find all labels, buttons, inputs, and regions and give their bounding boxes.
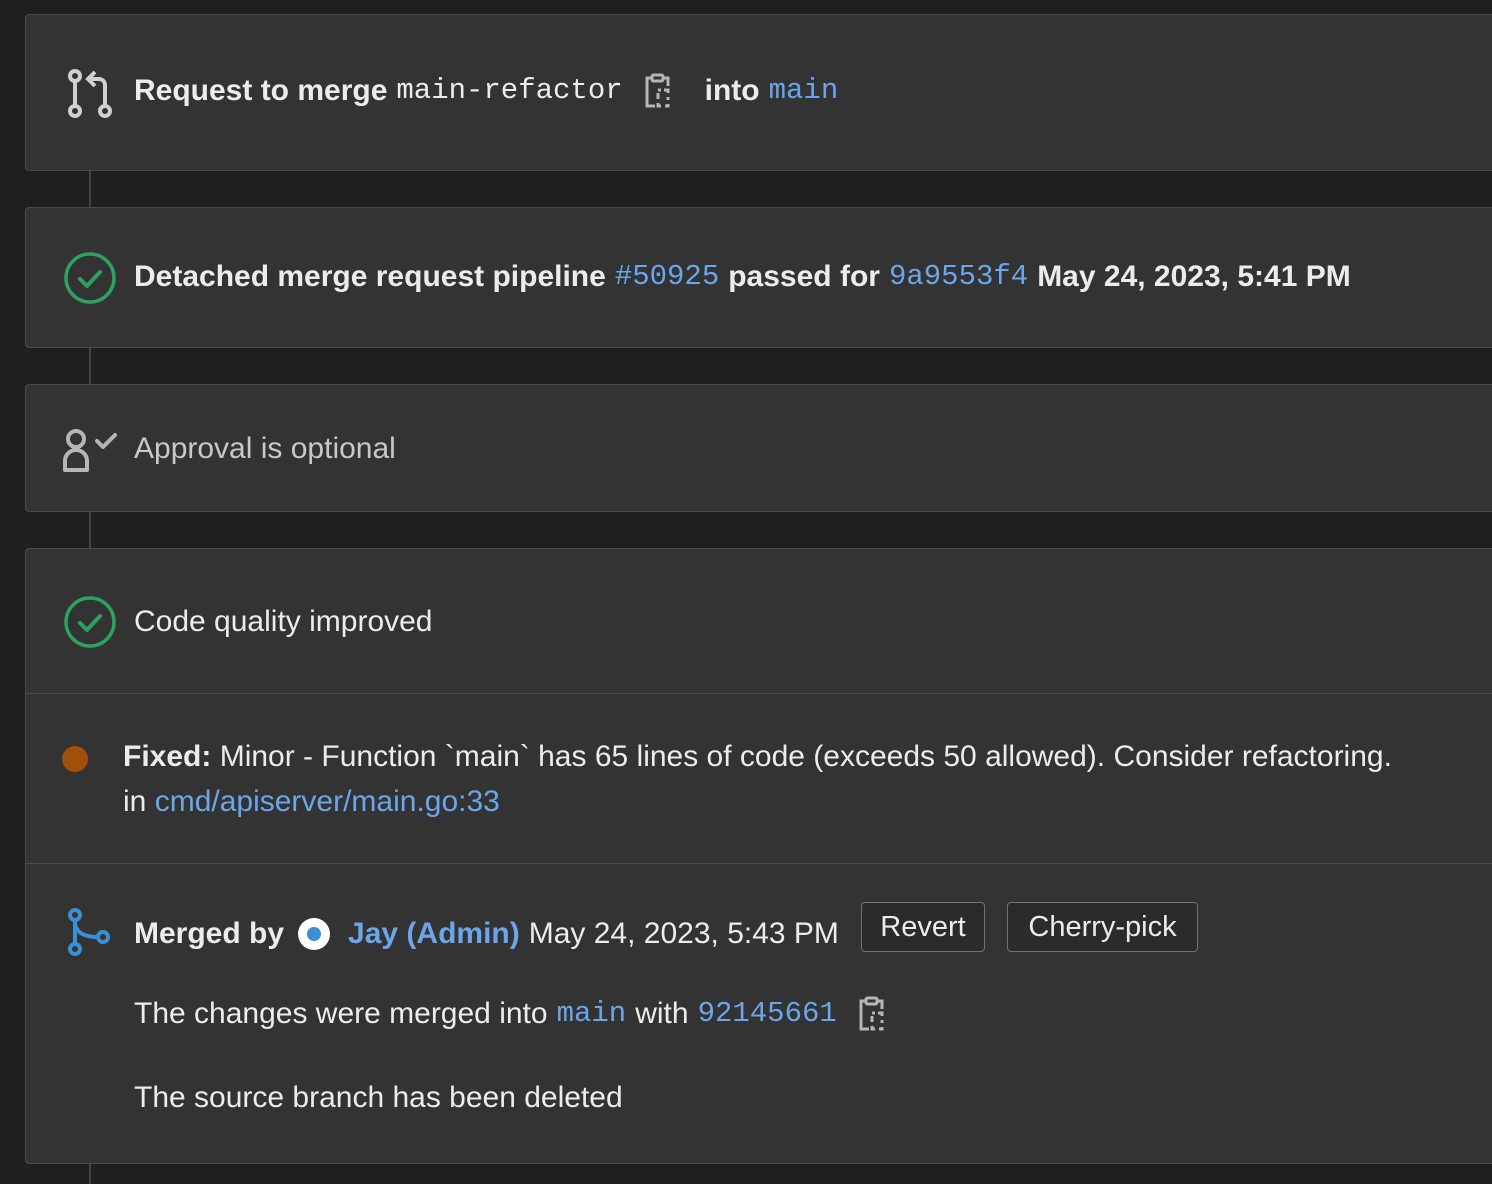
copy-to-clipboard-icon[interactable] <box>857 996 889 1032</box>
user-avatar[interactable] <box>298 918 331 950</box>
finding-in-label: in <box>123 785 147 818</box>
pipeline-card: Detached merge request pipeline #50925 p… <box>25 207 1492 348</box>
merged-by-user-link[interactable]: Jay (Admin) <box>348 916 520 952</box>
target-branch-link[interactable]: main <box>769 73 839 109</box>
merged-commit-link[interactable]: 92145661 <box>698 996 837 1032</box>
code-quality-title: Code quality improved <box>134 605 433 638</box>
revert-button[interactable]: Revert <box>861 902 985 952</box>
merged-icon <box>66 907 112 957</box>
approval-text: Approval is optional <box>134 432 396 465</box>
source-branch[interactable]: main-refactor <box>396 73 622 109</box>
finding-label: Fixed: <box>123 740 212 773</box>
merged-branch-link[interactable]: main <box>557 996 627 1032</box>
timeline-connector <box>89 170 91 208</box>
finding-text: Minor - Function `main` has 65 lines of … <box>219 740 1392 773</box>
pipeline-label: Detached merge request pipeline <box>134 260 606 293</box>
merge-request-header-card: Request to merge main-refactor into main <box>25 14 1492 171</box>
merge-request-prefix: Request to merge <box>134 74 388 107</box>
divider <box>26 863 1492 864</box>
approval-card: Approval is optional <box>25 384 1492 512</box>
status-success-icon[interactable] <box>62 250 118 306</box>
merge-request-widget: Request to merge main-refactor into main <box>0 0 1492 1184</box>
timeline-connector <box>89 511 91 549</box>
pipeline-id-link[interactable]: #50925 <box>615 259 719 295</box>
merged-by-label: Merged by <box>134 917 285 950</box>
finding-location-link[interactable]: cmd/apiserver/main.go:33 <box>155 785 500 818</box>
timeline-connector <box>89 1163 91 1184</box>
approval-icon <box>60 425 120 475</box>
code-quality-finding: Fixed: Minor - Function `main` has 65 li… <box>123 739 1483 820</box>
merge-request-icon <box>64 69 116 119</box>
copy-to-clipboard-icon[interactable] <box>643 73 675 109</box>
timeline-connector <box>89 347 91 385</box>
divider <box>26 693 1492 694</box>
into-label: into <box>704 74 760 107</box>
pipeline-commit-link[interactable]: 9a9553f4 <box>889 259 1028 295</box>
cherry-pick-button[interactable]: Cherry-pick <box>1007 902 1198 952</box>
pipeline-passed-for: passed for <box>728 260 880 293</box>
code-quality-merged-card: Code quality improved Fixed: Minor - Fun… <box>25 548 1492 1164</box>
status-success-icon[interactable] <box>62 594 118 650</box>
merged-with-label: with <box>635 997 689 1030</box>
merged-changes-prefix: The changes were merged into <box>134 997 548 1030</box>
severity-minor-icon <box>60 744 90 774</box>
source-branch-deleted-text: The source branch has been deleted <box>134 1081 623 1114</box>
pipeline-timestamp: May 24, 2023, 5:41 PM <box>1037 260 1351 293</box>
merged-timestamp: May 24, 2023, 5:43 PM <box>528 917 839 950</box>
